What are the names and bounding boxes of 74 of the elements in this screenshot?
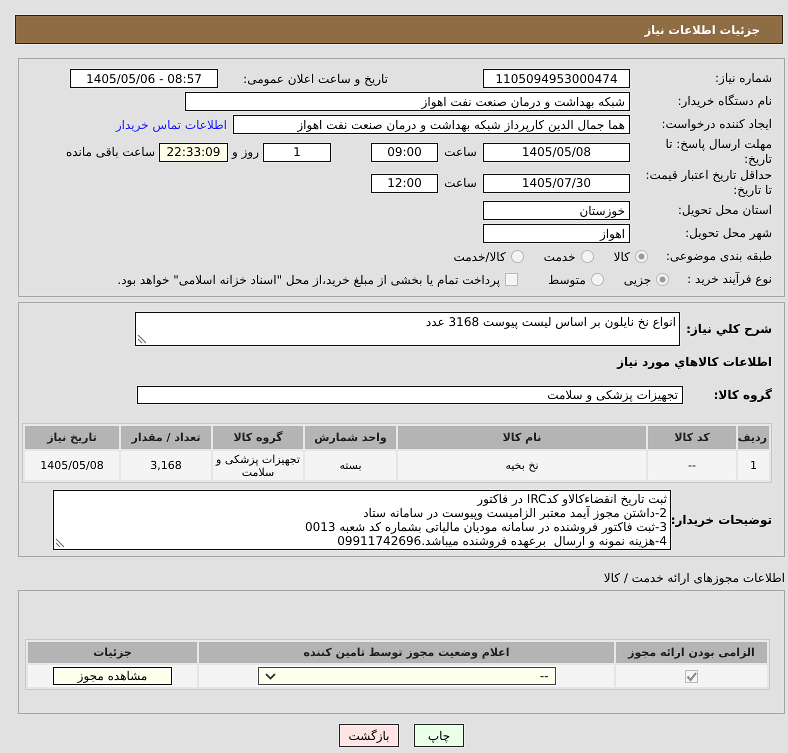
field-label: ساعت — [444, 145, 477, 159]
buyer-org-field[interactable]: شبکه بهداشت و درمان صنعت نفت اهواز — [185, 92, 630, 111]
table-cell: 3,168 — [121, 451, 211, 480]
radio-label: متوسط — [548, 272, 586, 286]
column-header: نام کالا — [398, 426, 646, 449]
time-field[interactable]: 09:00 — [371, 142, 438, 162]
field-label: شماره نیاز: — [715, 71, 772, 85]
radio-button[interactable] — [590, 273, 604, 286]
column-header: کد کالا — [648, 426, 736, 449]
column-header: اعلام وضعیت مجوز توسط تامین کننده — [199, 642, 614, 663]
field-label: حداقل تاریخ اعتبار قیمت: تا تاریخ: — [645, 168, 772, 197]
field-label: شهر محل تحویل: — [685, 226, 772, 240]
city-field[interactable]: اهواز — [483, 224, 630, 243]
table-cell: 1405/05/08 — [25, 451, 119, 480]
description-textarea[interactable]: انواع نخ نایلون بر اساس لیست پیوست 3168 عدد — [135, 312, 680, 346]
radio-button[interactable] — [580, 250, 594, 263]
section-title: اطلاعات کالاهاي مورد نياز — [617, 354, 772, 370]
checkbox[interactable] — [685, 670, 698, 684]
table-cell: نخ بخیه — [398, 451, 646, 480]
field-label: نام دستگاه خریدار: — [678, 94, 772, 108]
field-label: مهلت ارسال پاسخ: تا تاریخ: — [665, 137, 772, 166]
field-label: نوع فرآیند خرید : — [687, 272, 772, 286]
column-header: جزئیات — [28, 642, 197, 663]
column-header: گروه کالا — [213, 426, 303, 449]
field-label: شرح کلي نياز: — [686, 322, 772, 336]
checkbox[interactable] — [505, 273, 518, 286]
field-label: استان محل تحویل: — [678, 203, 772, 217]
province-field[interactable]: خوزستان — [483, 201, 630, 220]
date-field[interactable]: 1405/07/30 — [483, 174, 630, 192]
notes-textarea[interactable]: ثبت تاریخ انقضاءکالاو کدIRC در فاکتور 2-داشتن مجوز آیمد معتبر الزامیست وپیوست در سامانه ستاد 3-ثبت فاکتور فروشنده در سامانه مودیان مالیاتی بشماره کد شعبه 0013 4-هزینه نمونه و ارسال برعهده فروشنده میباشد.09911742696 — [53, 490, 671, 550]
section-title: اطلاعات مجوزهای ارائه خدمت / کالا — [604, 571, 785, 585]
column-header: الزامی بودن ارائه مجوز — [616, 642, 767, 663]
radio-label: جزیی — [624, 272, 652, 286]
requester-field[interactable]: هما جمال الدین کارپرداز شبکه بهداشت و درمان صنعت نفت اهواز — [233, 115, 630, 134]
product-group-field[interactable]: تجهیزات پزشکی و سلامت — [137, 386, 683, 404]
table-cell: 1 — [738, 451, 769, 480]
page-title: جزئیات اطلاعات نیاز — [644, 22, 760, 36]
days-field[interactable]: 1 — [263, 142, 331, 162]
radio-button[interactable] — [510, 250, 524, 263]
field-label: توضیحات خریدار: — [670, 513, 772, 527]
back-button[interactable]: بازگشت — [339, 724, 399, 747]
radio-label: کالا — [614, 250, 630, 264]
table-cell: -- — [648, 451, 736, 480]
field-label: تاریخ و ساعت اعلان عمومی: — [243, 72, 388, 86]
radio-button[interactable] — [634, 250, 648, 263]
check-icon — [686, 671, 697, 682]
view-permit-button[interactable]: مشاهده مجوز — [53, 667, 172, 685]
column-header: تعداد / مقدار — [121, 426, 211, 449]
radio-label: خدمت — [544, 250, 576, 264]
print-button[interactable]: چاپ — [414, 724, 464, 747]
table-cell: تجهیزات پزشکی و سلامت — [213, 451, 303, 480]
resize-grip-icon — [55, 539, 64, 548]
date-field[interactable]: 1405/05/08 — [483, 142, 630, 162]
announce-date-field[interactable]: 1405/05/06 - 08:57 — [70, 69, 218, 88]
column-header: ردیف — [738, 426, 769, 449]
remaining-time-field[interactable]: 22:33:09 — [159, 142, 228, 162]
table-cell: بسته — [305, 451, 396, 480]
resize-grip-icon — [137, 335, 146, 344]
chevron-down-icon — [264, 672, 276, 680]
field-label: طبقه بندی موضوعی: — [666, 249, 772, 263]
status-select[interactable]: -- — [258, 667, 556, 685]
field-label: ایجاد کننده درخواست: — [661, 117, 772, 131]
contact-link[interactable]: اطلاعات تماس خریدار — [116, 118, 227, 132]
need-number-field[interactable]: 1105094953000474 — [483, 69, 630, 88]
radio-label: کالا/خدمت — [453, 250, 506, 264]
time-field[interactable]: 12:00 — [371, 174, 438, 192]
field-label: روز و — [232, 145, 259, 159]
field-label: گروه کالا: — [714, 388, 772, 402]
radio-button[interactable] — [656, 273, 670, 286]
column-header: تاریخ نیاز — [25, 426, 119, 449]
field-label: ساعت باقی مانده — [66, 145, 155, 159]
checkbox-label: پرداخت تمام یا بخشی از مبلغ خرید،از محل "اسناد خزانه اسلامی" خواهد بود. — [117, 272, 500, 286]
column-header: واحد شمارش — [305, 426, 396, 449]
field-label: ساعت — [444, 176, 477, 190]
